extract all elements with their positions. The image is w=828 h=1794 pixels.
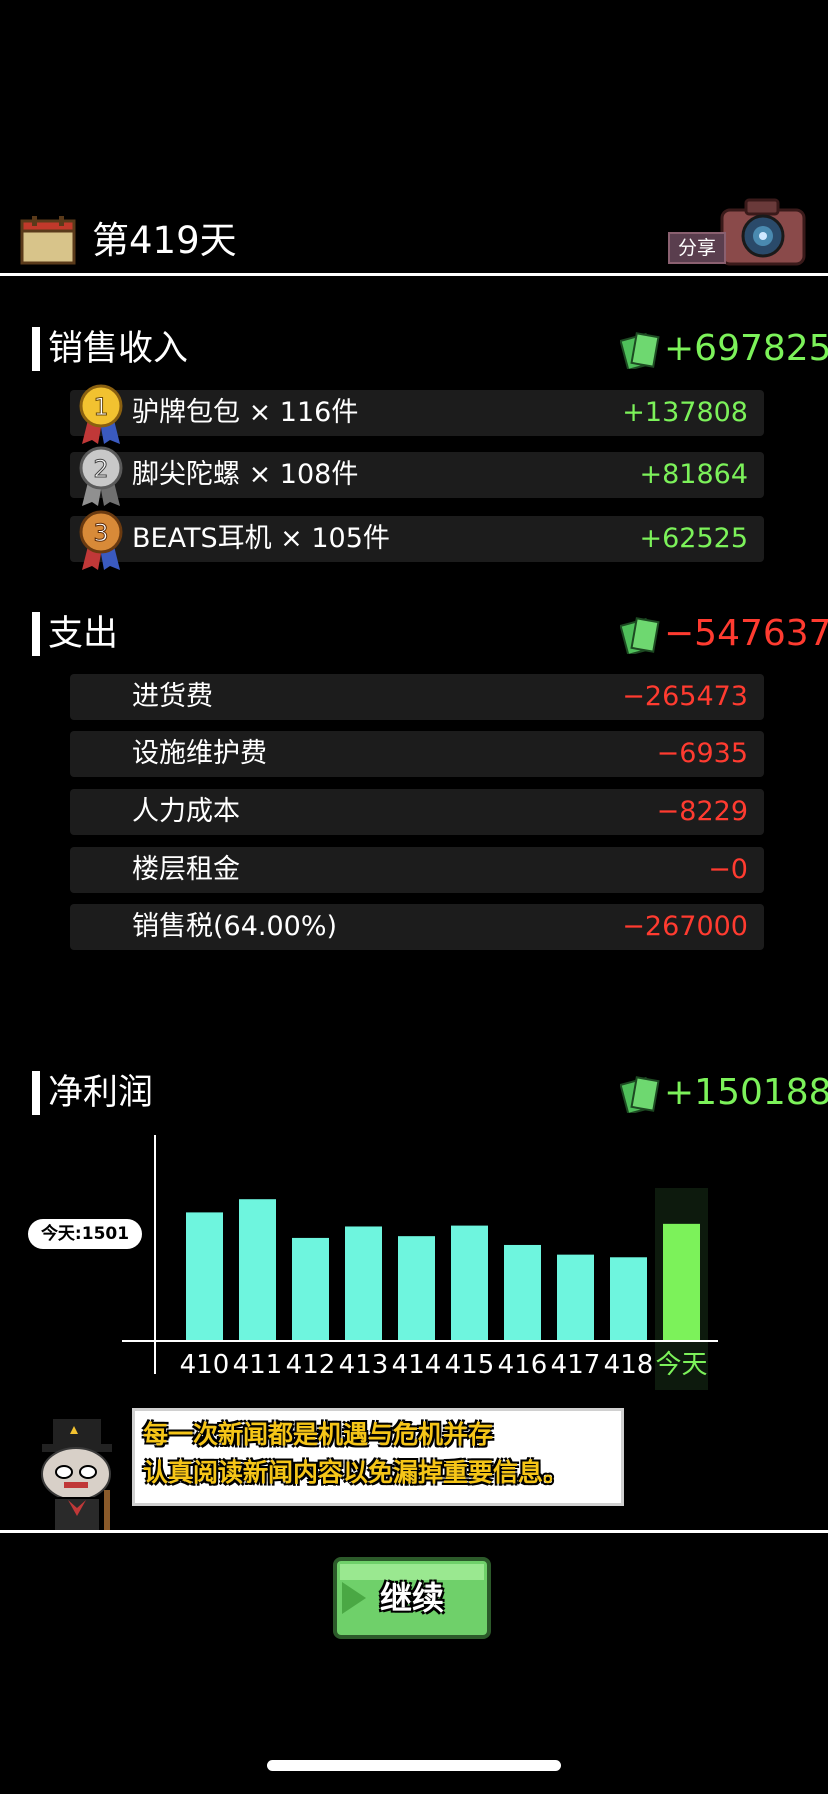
x-tick-label: 411: [233, 1350, 283, 1380]
svg-text:2: 2: [93, 455, 108, 483]
x-tick-label: 412: [286, 1350, 336, 1380]
item-value: −0: [708, 854, 748, 885]
sales-row: 1 驴牌包包 × 116件 +137808: [70, 384, 764, 444]
item-label: 驴牌包包 × 116件: [132, 397, 359, 428]
item-label: 进货费: [132, 681, 213, 712]
sales-total: +697825: [664, 328, 828, 369]
expenses-total: −547637: [664, 613, 828, 654]
item-label: BEATS耳机 × 105件: [132, 523, 390, 554]
x-tick-label: 410: [180, 1350, 230, 1380]
chart-bar: [663, 1223, 700, 1340]
expense-row: 设施维护费 −6935: [70, 731, 764, 777]
profit-chart: 410 411 412 413 414 415 416 417 418 今天: [122, 1135, 718, 1390]
item-label: 人力成本: [132, 796, 240, 827]
x-tick-label: 417: [551, 1350, 601, 1380]
continue-button[interactable]: 继续: [332, 1556, 492, 1640]
chart-bar: [451, 1225, 488, 1340]
item-label: 脚尖陀螺 × 108件: [132, 459, 359, 490]
today-marker-label: 今天:1501: [28, 1219, 142, 1249]
x-tick-label: 今天: [655, 1350, 707, 1380]
item-label: 销售税(64.00%): [132, 911, 338, 942]
header-divider: [0, 273, 828, 276]
chart-bar: [610, 1257, 647, 1340]
expense-row: 销售税(64.00%) −267000: [70, 904, 764, 950]
calendar-icon: [20, 216, 76, 265]
x-tick-label: 418: [604, 1350, 654, 1380]
chart-bar: [398, 1236, 435, 1340]
cat-mascot-icon: [41, 1417, 112, 1533]
money-icon: [620, 332, 660, 369]
net-profit-total: +150188: [664, 1072, 828, 1113]
x-tick-label: 415: [445, 1350, 495, 1380]
item-value: −6935: [656, 738, 748, 769]
chart-bar: [239, 1199, 276, 1340]
chart-bar: [345, 1226, 382, 1340]
expenses-title: 支出: [48, 614, 119, 654]
item-value: −267000: [622, 911, 748, 942]
tip-bubble: 每一次新闻都是机遇与危机并存 认真阅读新闻内容以免漏掉重要信息。: [132, 1408, 624, 1506]
footer-divider: [0, 1530, 828, 1533]
silver-medal-icon: 2: [79, 446, 123, 506]
section-bar: [32, 327, 40, 371]
item-label: 设施维护费: [132, 738, 267, 769]
continue-label: 继续: [379, 1579, 444, 1617]
item-value: −8229: [656, 796, 748, 827]
camera-icon: [720, 198, 806, 266]
x-tick-label: 413: [339, 1350, 389, 1380]
section-bar: [32, 612, 40, 656]
money-icon: [620, 617, 660, 654]
chart-bar: [504, 1244, 541, 1340]
chart-bar: [186, 1212, 223, 1340]
home-indicator[interactable]: [267, 1760, 561, 1771]
x-tick-label: 414: [392, 1350, 442, 1380]
tip-line: 认真阅读新闻内容以免漏掉重要信息。: [143, 1458, 569, 1487]
sales-row: 2 脚尖陀螺 × 108件 +81864: [70, 446, 764, 506]
share-button[interactable]: 分享: [668, 196, 808, 270]
gold-medal-icon: 1: [79, 384, 123, 444]
money-icon: [620, 1076, 660, 1113]
net-profit-title: 净利润: [48, 1073, 154, 1113]
share-label: 分享: [668, 232, 726, 264]
x-tick-label: 416: [498, 1350, 548, 1380]
section-bar: [32, 1071, 40, 1115]
sales-title: 销售收入: [48, 329, 189, 369]
item-value: +137808: [622, 397, 748, 428]
item-value: +81864: [639, 459, 748, 490]
tip-line: 每一次新闻都是机遇与危机并存: [143, 1420, 494, 1449]
day-title: 第419天: [92, 219, 237, 262]
svg-text:3: 3: [93, 519, 108, 547]
item-value: +62525: [639, 523, 748, 554]
bronze-medal-icon: 3: [79, 510, 123, 570]
expense-row: 楼层租金 −0: [70, 847, 764, 893]
item-value: −265473: [622, 681, 748, 712]
svg-text:1: 1: [93, 393, 108, 421]
expense-row: 进货费 −265473: [70, 674, 764, 720]
expense-row: 人力成本 −8229: [70, 789, 764, 835]
item-label: 楼层租金: [132, 854, 240, 885]
chart-bar: [557, 1254, 594, 1340]
sales-row: 3 BEATS耳机 × 105件 +62525: [70, 510, 764, 570]
chart-bar: [292, 1237, 329, 1340]
